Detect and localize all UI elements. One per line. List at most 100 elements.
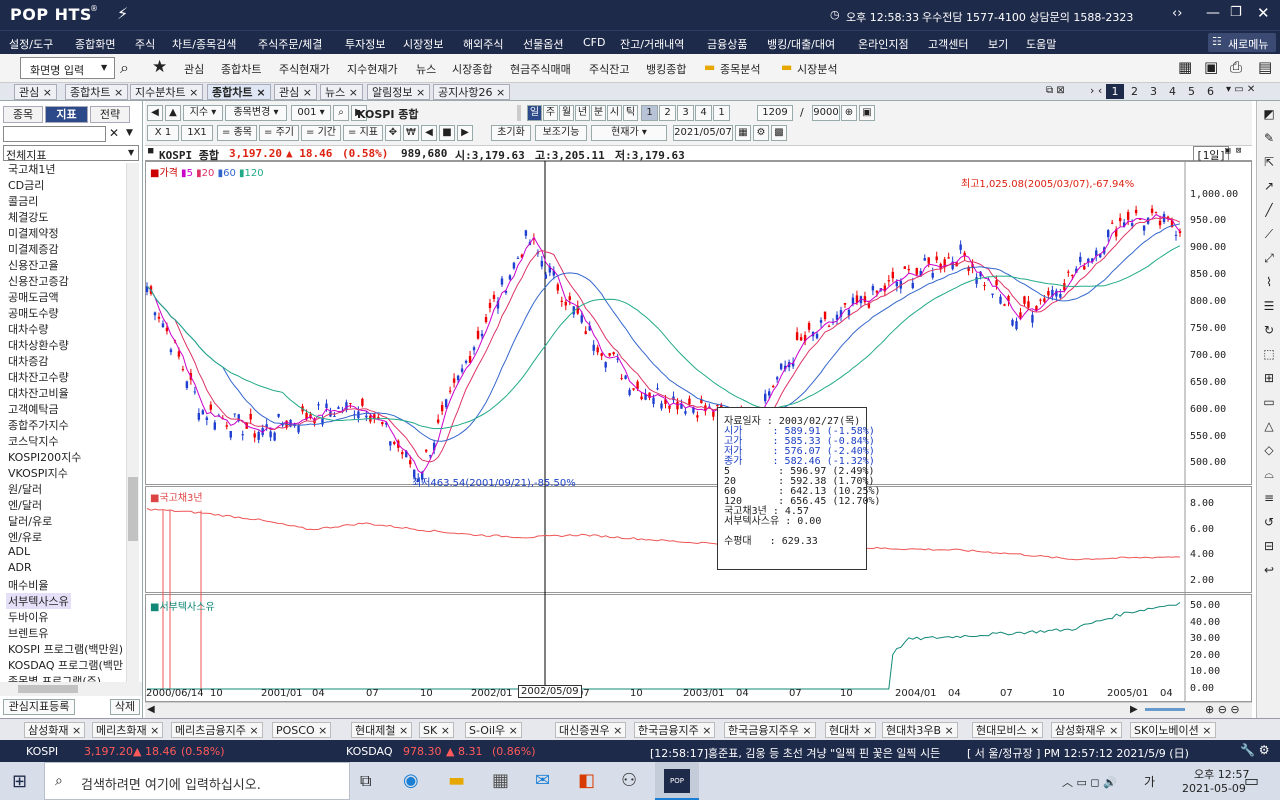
drawing-tool-icon[interactable]: ☰ — [1261, 299, 1277, 315]
indicator-item[interactable]: VKOSPI지수 — [8, 465, 68, 481]
stock-tab[interactable]: 메리츠금융지주 × — [171, 722, 263, 738]
drawing-tool-icon[interactable]: ↻ — [1261, 323, 1277, 339]
pophts-taskbar-icon[interactable]: POP — [655, 762, 699, 800]
code-select[interactable]: 001 ▾ — [291, 105, 331, 121]
grid-icon[interactable]: ▩ — [771, 125, 787, 141]
search-icon[interactable]: ⌕ — [333, 105, 349, 121]
wtab-news[interactable]: 뉴스 × — [320, 84, 363, 100]
indicator-item[interactable]: KOSPI200지수 — [8, 449, 81, 465]
screen-name-input[interactable]: 화면명 입력 ▼ — [20, 57, 115, 79]
menu-order[interactable]: 주식주문/체결 — [258, 36, 322, 52]
drawing-tool-icon[interactable]: ⌇ — [1261, 275, 1277, 291]
menu-products[interactable]: 금융상품 — [707, 36, 747, 52]
wtab-favorite[interactable]: 관심 × — [14, 84, 57, 100]
subperiod-0[interactable]: 1 — [641, 105, 658, 121]
stock-tab[interactable]: 현대모비스 × — [972, 722, 1044, 738]
indicator-category-select[interactable]: 전체지표 ▼ — [3, 145, 139, 162]
close-icon[interactable]: × — [505, 724, 518, 737]
close-icon[interactable]: × — [859, 724, 872, 737]
stock-tab[interactable]: SK이노베이션 × — [1130, 722, 1216, 738]
indicator-item[interactable]: KOSDAQ 프로그램(백만 — [8, 657, 123, 673]
store-icon[interactable]: ▦ — [492, 770, 509, 791]
indicator-item[interactable]: 브렌트유 — [8, 625, 48, 641]
indicator-item[interactable]: 원/달러 — [8, 481, 42, 497]
indicator-item[interactable]: 코스닥지수 — [8, 433, 59, 449]
page-5[interactable]: 5 — [1188, 85, 1195, 98]
drawing-tool-icon[interactable]: ↺ — [1261, 515, 1277, 531]
drawing-tool-icon[interactable]: ✎ — [1261, 131, 1277, 147]
drawing-tool-icon[interactable]: ⌓ — [1261, 467, 1277, 483]
save-icon[interactable]: ▣ — [859, 105, 875, 121]
monitor-icon[interactable]: ▣ — [1204, 58, 1218, 76]
aux-function-button[interactable]: 보조기능 — [535, 125, 587, 141]
stock-tab[interactable]: 대신증권우 × — [555, 722, 627, 738]
indicator-item[interactable]: 체결강도 — [8, 209, 48, 225]
stock-tab[interactable]: 현대차 × — [825, 722, 877, 738]
page-4[interactable]: 4 — [1169, 85, 1176, 98]
indicator-item[interactable]: CD금리 — [8, 177, 44, 193]
wtab-favorite-2[interactable]: 관심 × — [274, 84, 317, 100]
index-select[interactable]: 지수 ▾ — [183, 105, 223, 121]
up-icon[interactable]: ▲ — [165, 105, 181, 121]
period-3[interactable]: 년 — [575, 105, 590, 121]
subperiod-1[interactable]: 2 — [659, 105, 676, 121]
ltab-stock[interactable]: 종목 — [3, 106, 43, 123]
chart-scrollbar[interactable]: ◀ ▶ ⊕ ⊖ ⊖ ⊕ — [145, 702, 1252, 729]
tb-balance[interactable]: 주식잔고 — [589, 61, 629, 77]
period-2[interactable]: 월 — [559, 105, 574, 121]
print-icon[interactable]: ⎙ — [1230, 58, 1242, 76]
indicator-item[interactable]: 두바이유 — [8, 609, 48, 625]
stock-tab[interactable]: 현대제철 × — [351, 722, 413, 738]
drawing-tool-icon[interactable]: ↗ — [1261, 179, 1277, 195]
stock-tab[interactable]: S-Oil우 × — [465, 722, 522, 738]
eq-indicator[interactable]: = 지표 — [343, 125, 383, 141]
maximize-icon[interactable]: ❐ — [1230, 5, 1242, 20]
indicator-item[interactable]: 매수비율 — [8, 577, 48, 593]
reset-button[interactable]: 초기화 — [491, 125, 531, 141]
indicator-item[interactable]: 국고채1년 — [8, 163, 55, 177]
tab-arrow-icon[interactable]: › ‹ — [1090, 84, 1102, 97]
scrollbar[interactable] — [126, 163, 139, 682]
tray-icons[interactable]: ︿ ▭ ◻ 🔊 — [1062, 774, 1117, 790]
drawing-tool-icon[interactable]: ◩ — [1261, 107, 1277, 123]
count-input[interactable]: 1209 — [757, 105, 793, 121]
tool-icons[interactable]: 🔧 ⚙ — [1240, 743, 1270, 757]
ticker-kosdaq-label[interactable]: KOSDAQ — [346, 745, 393, 758]
indicator-item[interactable]: 엔/유로 — [8, 529, 42, 545]
file-explorer-icon[interactable]: ▬ — [448, 770, 465, 791]
notification-icon[interactable]: ▭ — [1244, 771, 1259, 790]
lang-indicator[interactable]: 가 — [1144, 773, 1155, 790]
calculator-icon[interactable]: ▦ — [1178, 58, 1192, 76]
ticker-kospi-label[interactable]: KOSPI — [26, 745, 58, 758]
stock-tab[interactable]: 한국금융지주 × — [634, 722, 716, 738]
tb-news[interactable]: 뉴스 — [416, 61, 436, 77]
page-2[interactable]: 2 — [1131, 85, 1138, 98]
tb-index-price[interactable]: 지수현재가 — [347, 61, 398, 77]
h-scrollbar[interactable] — [0, 682, 142, 696]
tb-market[interactable]: 시장종합 — [452, 61, 492, 77]
drawing-tool-icon[interactable]: ╱ — [1261, 203, 1277, 219]
period-6[interactable]: 틱 — [623, 105, 638, 121]
clear-icon[interactable]: ✕ — [109, 126, 119, 140]
prev-window-icon[interactable]: ‹› — [1172, 6, 1182, 21]
subperiod-2[interactable]: 3 — [677, 105, 694, 121]
indicator-item[interactable]: 달러/유로 — [8, 513, 52, 529]
indicator-item[interactable]: ADL — [8, 545, 30, 558]
menu-online[interactable]: 온라인지점 — [858, 36, 909, 52]
indicator-item[interactable]: 미결제약정 — [8, 225, 59, 241]
window-menu-icon[interactable]: ▾ ▭ ✕ — [1226, 84, 1255, 95]
tb-stock-analysis[interactable]: 종목분석 — [720, 61, 760, 77]
stock-tab[interactable]: SK × — [419, 722, 454, 738]
indicator-item[interactable]: 콜금리 — [8, 193, 38, 209]
delete-button[interactable]: 삭제 — [110, 699, 140, 715]
panel-ctrl-icon[interactable]: ▣ ⊠ — [1225, 146, 1241, 156]
drawing-tool-icon[interactable]: ⤢ — [1261, 251, 1277, 267]
close-icon[interactable]: ✕ — [1257, 4, 1270, 22]
tb-favorite[interactable]: 관심 — [184, 61, 204, 77]
indicator-item[interactable]: 미결제증감 — [8, 241, 59, 257]
task-view-icon[interactable]: ⧉ — [360, 771, 371, 791]
indicator-item[interactable]: ADR — [8, 561, 32, 574]
calendar-icon[interactable]: ▦ — [735, 125, 751, 141]
zoom-1x1[interactable]: 1X1 — [181, 125, 213, 141]
indicator-item[interactable]: 신용잔고증감 — [8, 273, 69, 289]
